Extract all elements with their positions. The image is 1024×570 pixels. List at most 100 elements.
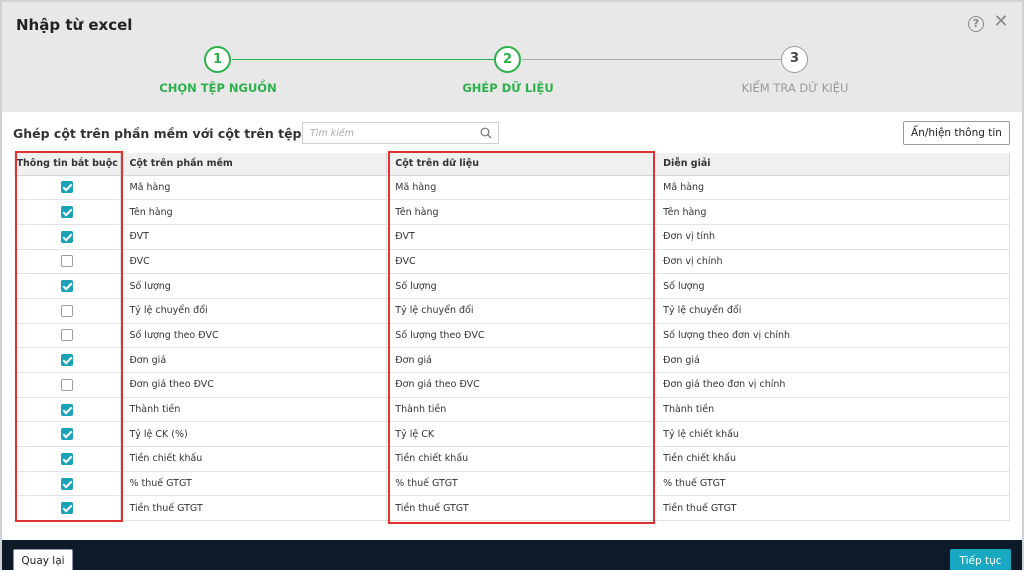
required-cell [14, 249, 122, 275]
software-column-cell: Mã hàng [120, 175, 388, 201]
table-row: Tiền thuế GTGT Tiền thuế GTGT Tiền thuế GT… [14, 495, 1010, 522]
header-required: Thông tin bắt buộc [14, 153, 122, 176]
dialog-header: Nhập từ excel ? ✕ 1 2 3 CHỌN TỆP NGUỒN G… [2, 2, 1022, 112]
step-connector-1-2 [232, 59, 494, 60]
description-cell: Mã hàng [654, 175, 1010, 201]
back-button[interactable]: Quay lại [13, 549, 73, 570]
description-cell: Tiền chiết khấu [654, 446, 1010, 472]
step-2-label: GHÉP DỮ LIỆU [462, 81, 554, 95]
description-cell: Thành tiền [654, 397, 1010, 423]
required-checkbox[interactable] [61, 502, 74, 515]
software-column-cell: Tỷ lệ chuyển đổi [120, 298, 388, 324]
search-icon[interactable] [480, 127, 492, 139]
table-row: Tiền chiết khấu Tiền chiết khấu Tiền chiết… [14, 446, 1010, 472]
software-column-cell: Tiền chiết khấu [120, 446, 388, 472]
table-row: Số lượng Số lượng Số lượng [14, 273, 1010, 299]
header-software-column: Cột trên phần mềm [120, 153, 388, 176]
data-column-cell[interactable]: Tiền thuế GTGT [386, 495, 656, 522]
description-cell: Tỷ lệ chiết khấu [654, 421, 1010, 448]
table-row: ĐVC ĐVC Đơn vị chính [14, 249, 1010, 275]
data-column-cell[interactable]: Số lượng theo ĐVC [386, 323, 656, 349]
description-cell: % thuế GTGT [654, 471, 1010, 497]
required-cell [14, 298, 122, 324]
description-cell: Đơn vị chính [654, 249, 1010, 275]
step-2-circle: 2 [494, 46, 521, 73]
data-column-cell[interactable]: % thuế GTGT [386, 471, 656, 497]
step-1-label: CHỌN TỆP NGUỒN [159, 81, 277, 95]
data-column-cell[interactable]: Đơn giá theo ĐVC [386, 372, 656, 398]
required-cell [14, 347, 122, 373]
required-checkbox[interactable] [61, 477, 74, 490]
data-column-cell[interactable]: Tiền chiết khấu [386, 446, 656, 472]
required-cell [14, 273, 122, 299]
description-cell: Đơn vị tính [654, 224, 1010, 250]
data-column-cell[interactable]: Tỷ lệ chuyển đổi [386, 298, 656, 324]
help-icon[interactable]: ? [968, 16, 984, 32]
step-3-label: KIỂM TRA DỮ KIỆU [741, 81, 849, 95]
table-header-row: Thông tin bắt buộc Cột trên phần mềm Cột… [14, 153, 1010, 176]
required-cell [14, 421, 122, 448]
required-checkbox[interactable] [61, 255, 74, 268]
required-checkbox[interactable] [61, 329, 74, 342]
close-icon[interactable]: ✕ [992, 13, 1010, 31]
required-cell [14, 495, 122, 522]
required-cell [14, 446, 122, 472]
required-checkbox[interactable] [61, 280, 74, 293]
software-column-cell: Tên hàng [120, 199, 388, 225]
step-3-circle: 3 [781, 46, 808, 73]
data-column-cell[interactable]: Tên hàng [386, 199, 656, 225]
toggle-info-button[interactable]: Ẩn/hiện thông tin [903, 121, 1010, 145]
dialog-title: Nhập từ excel [16, 16, 133, 34]
required-checkbox[interactable] [61, 452, 74, 465]
table-row: ĐVT ĐVT Đơn vị tính [14, 224, 1010, 250]
data-column-cell[interactable]: Thành tiền [386, 397, 656, 423]
dialog-footer: Quay lại Tiếp tục [2, 540, 1022, 570]
data-column-cell[interactable]: Tỷ lệ CK [386, 421, 656, 448]
table-row: Tỷ lệ chuyển đổi Tỷ lệ chuyển đổi Tỷ lệ ch… [14, 298, 1010, 324]
required-checkbox[interactable] [61, 181, 74, 194]
table-row: Mã hàng Mã hàng Mã hàng [14, 175, 1010, 201]
table-body: Mã hàng Mã hàng Mã hàng Tên hàng Tên hàng Tên… [14, 175, 1010, 522]
required-cell [14, 372, 122, 398]
table-row: % thuế GTGT% thuế GTGT% thuế GTGT [14, 471, 1010, 497]
table-row: Đơn giá Đơn giá Đơn giá [14, 347, 1010, 373]
table-row: Tỷ lệ CK (%) Tỷ lệ CK Tỷ lệ chiết khấu [14, 421, 1010, 448]
required-checkbox[interactable] [61, 206, 74, 219]
description-cell: Số lượng [654, 273, 1010, 299]
data-column-cell[interactable]: Mã hàng [386, 175, 656, 201]
table-row: Tên hàng Tên hàng Tên hàng [14, 199, 1010, 225]
software-column-cell: ĐVT [120, 224, 388, 250]
header-data-column[interactable]: Cột trên dữ liệu [386, 153, 656, 176]
description-cell: Tiền thuế GTGT [654, 495, 1010, 522]
description-cell: Tỷ lệ chuyển đổi [654, 298, 1010, 324]
next-button[interactable]: Tiếp tục [950, 549, 1011, 570]
header-description: Diễn giải [654, 153, 1010, 176]
data-column-cell[interactable]: Đơn giá [386, 347, 656, 373]
description-cell: Đơn giá [654, 347, 1010, 373]
description-cell: Đơn giá theo đơn vị chính [654, 372, 1010, 398]
required-checkbox[interactable] [61, 403, 74, 416]
required-cell [14, 175, 122, 201]
required-cell [14, 199, 122, 225]
software-column-cell: % thuế GTGT [120, 471, 388, 497]
software-column-cell: Thành tiền [120, 397, 388, 423]
search-box [302, 122, 499, 144]
data-column-cell[interactable]: Số lượng [386, 273, 656, 299]
required-cell [14, 224, 122, 250]
required-checkbox[interactable] [61, 230, 74, 243]
data-column-cell[interactable]: ĐVC [386, 249, 656, 275]
description-cell: Tên hàng [654, 199, 1010, 225]
step-1-circle: 1 [204, 46, 231, 73]
search-input[interactable] [303, 123, 473, 143]
software-column-cell: Số lượng theo ĐVC [120, 323, 388, 349]
required-checkbox[interactable] [61, 304, 74, 317]
table-row: Đơn giá theo ĐVC Đơn giá theo ĐVC Đơn giá … [14, 372, 1010, 398]
software-column-cell: ĐVC [120, 249, 388, 275]
software-column-cell: Tỷ lệ CK (%) [120, 421, 388, 448]
required-cell [14, 471, 122, 497]
required-checkbox[interactable] [61, 354, 74, 367]
step-connector-2-3 [522, 59, 781, 60]
required-checkbox[interactable] [61, 428, 74, 441]
data-column-cell[interactable]: ĐVT [386, 224, 656, 250]
required-checkbox[interactable] [61, 378, 74, 391]
